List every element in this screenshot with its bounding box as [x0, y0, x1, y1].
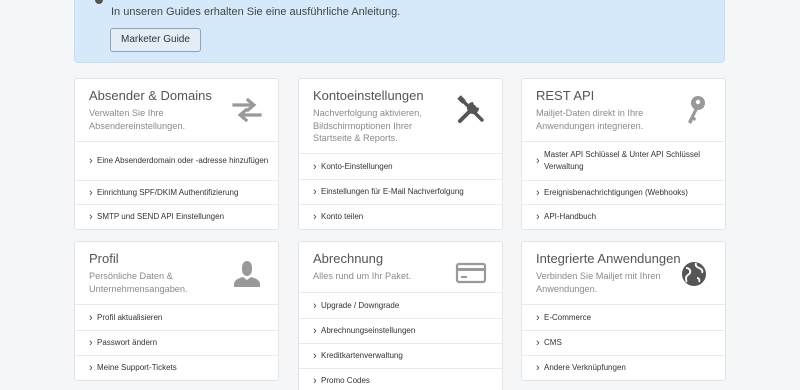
- list-item[interactable]: Kreditkartenverwaltung: [299, 343, 502, 368]
- list-item[interactable]: Master API Schlüssel & Unter API Schlüss…: [522, 142, 725, 180]
- card-account-settings: Kontoeinstellungen Nachverfolgung aktivi…: [298, 78, 503, 230]
- card-description: Persönliche Daten & Unternehmensangaben.: [89, 271, 188, 294]
- list-item[interactable]: SMTP und SEND API Einstellungen: [75, 204, 278, 229]
- list-item[interactable]: Abrechnungseinstellungen: [299, 318, 502, 343]
- banner-text: In unseren Guides erhalten Sie eine ausf…: [111, 6, 401, 18]
- card-title[interactable]: REST API: [536, 88, 594, 103]
- list-item[interactable]: Einrichtung SPF/DKIM Authentifizierung: [75, 180, 278, 204]
- list-item[interactable]: Andere Verknüpfungen: [522, 355, 725, 380]
- card-description: Nachverfolgung aktivieren, Bildschirmopt…: [313, 108, 422, 143]
- card-sender-domains: Absender & Domains Verwalten Sie Ihre Ab…: [74, 78, 279, 230]
- card-title[interactable]: Kontoeinstellungen: [313, 88, 424, 103]
- key-icon: [688, 96, 705, 124]
- list-item[interactable]: Upgrade / Downgrade: [299, 293, 502, 318]
- list-item[interactable]: E-Commerce: [522, 305, 725, 330]
- guide-banner: In unseren Guides erhalten Sie eine ausf…: [74, 0, 725, 63]
- card-title[interactable]: Abrechnung: [313, 251, 383, 266]
- list-item[interactable]: CMS: [522, 330, 725, 355]
- list-item[interactable]: Eine Absenderdomain oder -adresse hinzuf…: [75, 142, 278, 180]
- list-item[interactable]: Konto teilen: [299, 204, 502, 229]
- globe-icon: [682, 262, 706, 286]
- card-title[interactable]: Integrierte Anwendungen: [536, 251, 681, 266]
- banner-bullet-icon: [95, 0, 103, 4]
- card-description: Alles rund um Ihr Paket.: [313, 271, 412, 281]
- list-item[interactable]: Einstellungen für E-Mail Nachverfolgung: [299, 179, 502, 204]
- marketer-guide-button[interactable]: Marketer Guide: [110, 28, 201, 52]
- list-item[interactable]: Ereignisbenachrichtigungen (Webhooks): [522, 180, 725, 204]
- card-integrations: Integrierte Anwendungen Verbinden Sie Ma…: [521, 241, 726, 381]
- card-billing: Abrechnung Alles rund um Ihr Paket. Upgr…: [298, 241, 503, 390]
- card-description: Verbinden Sie Mailjet mit Ihren Anwendun…: [536, 271, 661, 294]
- list-item[interactable]: Meine Support-Tickets: [75, 355, 278, 380]
- list-item[interactable]: Konto-Einstellungen: [299, 154, 502, 179]
- list-item[interactable]: Promo Codes: [299, 368, 502, 390]
- user-icon: [234, 261, 260, 287]
- card-title[interactable]: Profil: [89, 251, 119, 266]
- tools-icon: [457, 95, 484, 123]
- list-item[interactable]: Profil aktualisieren: [75, 305, 278, 330]
- list-item[interactable]: Passwort ändern: [75, 330, 278, 355]
- list-item[interactable]: API-Handbuch: [522, 204, 725, 229]
- card-profile: Profil Persönliche Daten & Unternehmensa…: [74, 241, 279, 381]
- card-rest-api: REST API Mailjet-Daten direkt in Ihre An…: [521, 78, 726, 230]
- card-description: Mailjet-Daten direkt in Ihre Anwendungen…: [536, 108, 644, 131]
- card-title[interactable]: Absender & Domains: [89, 88, 212, 103]
- arrows-swap-icon: [232, 97, 262, 123]
- card-description: Verwalten Sie Ihre Absendereinstellungen…: [89, 108, 186, 131]
- credit-card-icon: [455, 262, 487, 284]
